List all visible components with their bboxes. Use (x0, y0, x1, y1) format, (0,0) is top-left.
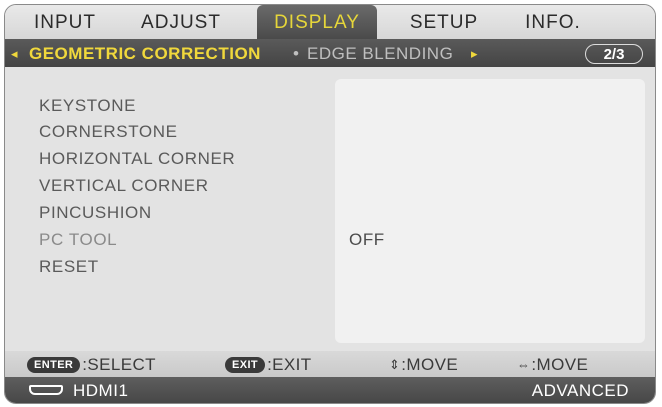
hint-move-horizontal-label: :MOVE (531, 355, 589, 374)
input-source-label: HDMI1 (73, 381, 129, 400)
up-down-arrow-icon: ⇕ (389, 357, 401, 372)
hint-select: ENTER:SELECT (27, 351, 156, 377)
sub-tab-bar: ◂ GEOMETRIC CORRECTION • EDGE BLENDING ▸… (5, 39, 655, 67)
tab-bar: INPUT ADJUST DISPLAY SETUP INFO. (5, 5, 655, 39)
menu-item-horizontal-corner[interactable]: HORIZONTAL CORNER (39, 148, 235, 170)
menu-item-keystone[interactable]: KEYSTONE (39, 95, 136, 117)
osd-menu: INPUT ADJUST DISPLAY SETUP INFO. ◂ GEOME… (4, 4, 656, 404)
mode-label: ADVANCED (531, 381, 629, 400)
menu-item-reset[interactable]: RESET (39, 256, 99, 278)
menu-item-cornerstone[interactable]: CORNERSTONE (39, 121, 178, 143)
menu-item-pincushion[interactable]: PINCUSHION (39, 202, 152, 224)
left-right-arrow-icon: ⇔ (517, 357, 531, 372)
tab-adjust[interactable]: ADJUST (125, 5, 237, 39)
subbar-right-arrow-icon[interactable]: ▸ (471, 39, 478, 67)
menu-item-pc-tool[interactable]: PC TOOL (39, 229, 117, 251)
tab-input[interactable]: INPUT (25, 5, 105, 39)
status-bar: HDMI1 ADVANCED (5, 377, 655, 403)
menu-content: KEYSTONE CORNERSTONE HORIZONTAL CORNER V… (5, 67, 655, 351)
exit-key-icon: EXIT (225, 357, 266, 373)
subtab-edge-blending[interactable]: EDGE BLENDING (307, 39, 453, 67)
subbar-left-arrow-icon[interactable]: ◂ (11, 39, 18, 67)
hint-exit-label: :EXIT (267, 355, 312, 374)
enter-key-icon: ENTER (27, 357, 81, 373)
tab-info[interactable]: INFO. (513, 5, 593, 39)
hint-select-label: :SELECT (82, 355, 156, 374)
hint-move-horizontal: ⇔:MOVE (517, 351, 588, 377)
hint-exit: EXIT:EXIT (225, 351, 312, 377)
page-indicator: 2/3 (585, 44, 643, 64)
pc-tool-value: OFF (349, 230, 385, 249)
key-hints-bar: ENTER:SELECT EXIT:EXIT ⇕:MOVE ⇔:MOVE (5, 351, 655, 377)
hint-move-vertical: ⇕:MOVE (389, 351, 458, 377)
tab-display[interactable]: DISPLAY (257, 5, 377, 39)
subbar-separator: • (293, 44, 300, 63)
menu-item-vertical-corner[interactable]: VERTICAL CORNER (39, 175, 209, 197)
tab-setup[interactable]: SETUP (399, 5, 489, 39)
value-panel: OFF (335, 79, 645, 343)
subtab-geometric-correction[interactable]: GEOMETRIC CORRECTION (29, 39, 261, 67)
hint-move-vertical-label: :MOVE (401, 355, 459, 374)
hdmi-icon (29, 385, 63, 395)
